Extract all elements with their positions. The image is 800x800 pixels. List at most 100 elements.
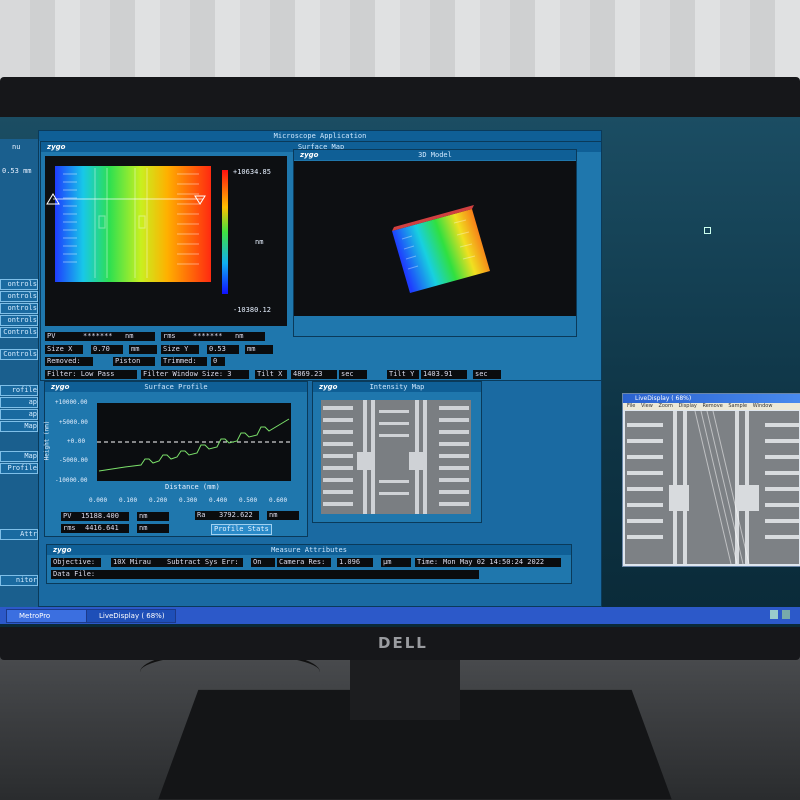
xtick-3: 0.200 [149,497,168,504]
surface-map-heatmap [46,166,228,294]
taskbar: MetroPro LiveDisplay ( 68%) [0,607,800,624]
intensity-map-title: Intensity Map [313,382,481,392]
camera-res-value: 1.096 [337,558,373,567]
rms-label: rms [161,332,193,341]
measure-attributes-window: Measure Attributes zygo Objective: 10X M… [46,544,572,584]
trimmed-label: Trimmed: [161,357,207,366]
filter-field: Filter: Low Pass [45,370,137,379]
profile-rms-value: 4416.641 [83,524,129,533]
ytick-5: -10000.00 [55,477,88,484]
left-button-3[interactable]: ontrols [0,303,38,314]
left-button-5[interactable]: Controls [0,327,38,338]
measure-attributes-title: Measure Attributes [47,545,571,555]
left-button-4[interactable]: ontrols [0,315,38,326]
zygo-logo-intensity: zygo [319,383,338,391]
zygo-logo-profile: zygo [51,383,70,391]
size-x-unit: mm [129,345,157,354]
time-label: Time: [415,558,443,567]
menu-remove[interactable]: Remove [702,403,722,409]
xtick-5: 0.400 [209,497,228,504]
data-file-label: Data File: [51,570,97,579]
tray-icon[interactable] [770,610,778,619]
app-title: Microscope Application [39,131,601,141]
xtick-4: 0.300 [179,497,198,504]
y-axis-label: Height (nm) [43,420,51,461]
tilt-x-value: 4869.23 [291,370,337,379]
menu-zoom[interactable]: Zoom [658,403,672,409]
3d-model-view[interactable] [294,161,576,316]
left-partial-label-2: 0.53 mm [2,167,32,175]
size-x-value: 0.70 [91,345,123,354]
taskbar-item-livedisplay[interactable]: LiveDisplay ( 68%) [86,609,176,623]
menu-view[interactable]: View [641,403,653,409]
tray-icon-2[interactable] [782,610,790,619]
subtract-sys-err-value: On [251,558,275,567]
profile-ra-unit: nm [267,511,299,520]
profile-plot-area[interactable]: +10000.00 +5000.00 +0.00 -5000.00 -10000… [43,393,307,508]
live-display-window: LiveDisplay ( 68%) File View Zoom Displa… [622,393,800,567]
size-y-label: Size Y [161,345,199,354]
live-camera-view[interactable] [625,410,799,565]
surface-profile-window: Surface Profile zygo +10000.00 +5000.00 … [43,381,308,537]
profile-rms-unit: nm [137,524,169,533]
left-button-14[interactable]: nitor [0,575,38,586]
xtick-1: 0.000 [89,497,108,504]
pv-unit: nm [123,332,155,341]
menu-sample[interactable]: Sample [728,403,747,409]
size-x-label: Size X [45,345,83,354]
left-button-10[interactable]: Map [0,421,38,432]
left-partial-label-1: nu [12,143,21,151]
camera-res-label: Camera Res: [277,558,331,567]
profile-pv-value: 15188.400 [79,512,129,521]
left-button-9[interactable]: ap [0,409,38,420]
ytick-3: +0.00 [67,438,86,445]
filter-window-field: Filter Window Size: 3 [141,370,249,379]
ytick-1: +10000.00 [55,399,88,406]
left-button-8[interactable]: ap [0,397,38,408]
3d-model-window: 3D Model zygo [293,149,577,337]
zygo-logo: zygo [47,143,66,151]
xtick-2: 0.100 [119,497,138,504]
profile-stats-button[interactable]: Profile Stats [211,524,272,535]
intensity-map-view[interactable] [321,400,471,514]
xtick-6: 0.500 [239,497,258,504]
xtick-7: 0.600 [269,497,288,504]
desktop-marker-icon [704,227,711,234]
tilt-y-unit: sec [473,370,501,379]
left-button-13[interactable]: Attr [0,529,38,540]
live-display-title: LiveDisplay ( 68%) [623,394,800,403]
menu-file[interactable]: File [627,403,635,409]
taskbar-item-metropro[interactable]: MetroPro [6,609,90,623]
profile-ra-label: Ra [195,511,217,520]
menu-display[interactable]: Display [678,403,696,409]
menu-window[interactable]: Window [753,403,773,409]
3d-surface-render [392,205,490,293]
time-value: Mon May 02 14:50:24 2022 [441,558,561,567]
left-button-12[interactable]: Profile [0,463,38,474]
size-y-value: 0.53 [207,345,239,354]
surface-map-plot[interactable]: +10634.85 nm -10380.12 [45,156,287,326]
subtract-sys-err-label: Subtract Sys Err: [165,558,243,567]
profile-rms-label: rms [61,524,83,533]
left-button-6[interactable]: Controls [0,349,38,360]
profile-ra-value: 3792.622 [217,511,259,520]
live-pattern [627,410,799,565]
trimmed-value: 0 [211,357,225,366]
monitor-brand-logo: DELL [378,634,428,652]
removed-label: Removed: [45,357,93,366]
rms-unit: nm [233,332,265,341]
objective-value: 10X Mirau [111,558,165,567]
data-file-value [97,570,479,579]
left-button-1[interactable]: ontrols [0,279,38,290]
left-control-panel: nu 0.53 mm ontrols ontrols ontrols ontro… [0,139,38,609]
left-button-11[interactable]: Map [0,451,38,462]
left-button-7[interactable]: rofile [0,385,38,396]
surface-profile-title: Surface Profile [45,382,307,392]
camera-res-unit: µm [381,558,411,567]
left-button-2[interactable]: ontrols [0,291,38,302]
tilt-x-unit: sec [339,370,367,379]
removed-value: Piston [113,357,155,366]
tilt-x-label: Tilt X [255,370,287,379]
profile-pv-unit: nm [137,512,169,521]
size-y-unit: mm [245,345,273,354]
